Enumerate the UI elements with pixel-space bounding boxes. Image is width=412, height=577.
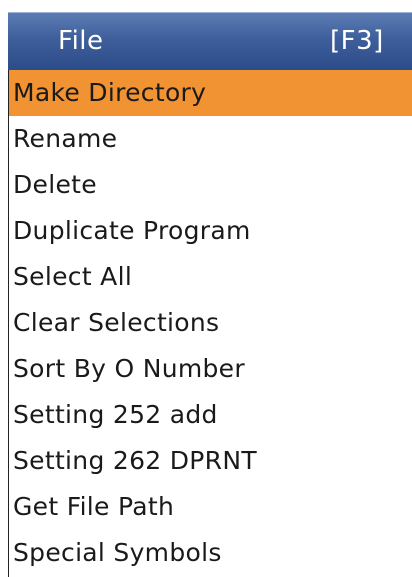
- menu-item-delete[interactable]: Delete: [9, 162, 412, 208]
- menu-item-select-all[interactable]: Select All: [9, 254, 412, 300]
- menu-item-setting-252-add[interactable]: Setting 252 add: [9, 392, 412, 438]
- menu-item-duplicate-program[interactable]: Duplicate Program: [9, 208, 412, 254]
- menu-item-rename[interactable]: Rename: [9, 116, 412, 162]
- menu-item-special-symbols[interactable]: Special Symbols: [9, 530, 412, 576]
- menu-shortcut-key: [F3]: [330, 26, 384, 56]
- menu-title: File: [58, 26, 104, 56]
- menu-item-clear-selections[interactable]: Clear Selections: [9, 300, 412, 346]
- menu-header-file[interactable]: File [F3]: [8, 12, 412, 70]
- menu-item-setting-262-dprnt[interactable]: Setting 262 DPRNT: [9, 438, 412, 484]
- menu-item-get-file-path[interactable]: Get File Path: [9, 484, 412, 530]
- menu-item-list: Make Directory Rename Delete Duplicate P…: [8, 70, 412, 577]
- file-menu: File [F3] Make Directory Rename Delete D…: [0, 0, 412, 577]
- menu-item-make-directory[interactable]: Make Directory: [9, 70, 412, 116]
- menu-item-sort-by-o-number[interactable]: Sort By O Number: [9, 346, 412, 392]
